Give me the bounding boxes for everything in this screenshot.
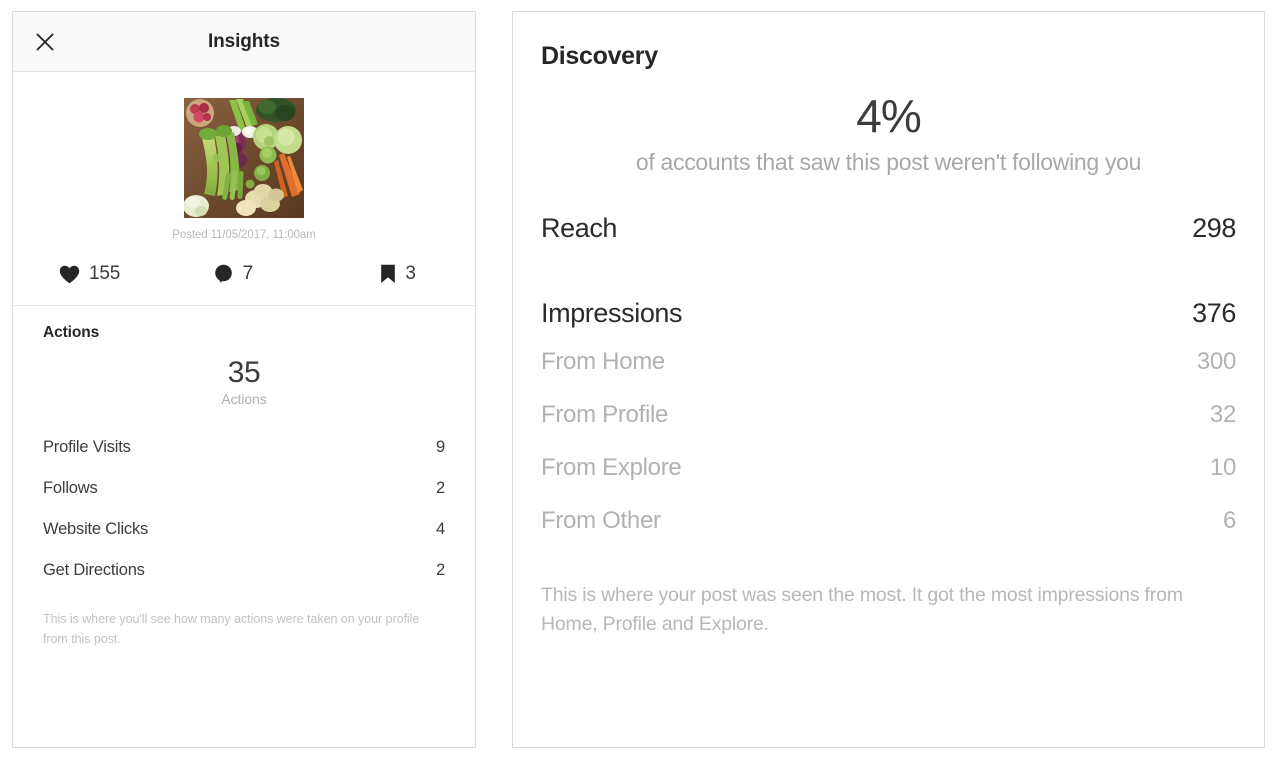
post-summary: Posted 11/05/2017, 11:00am 155 7 3	[13, 72, 475, 306]
insights-header: Insights	[13, 12, 475, 72]
saves-stat: 3	[308, 263, 475, 285]
page-title: Insights	[207, 30, 281, 52]
source-label: From Profile	[541, 400, 669, 428]
comment-icon	[214, 264, 234, 284]
likes-count: 155	[89, 263, 121, 284]
actions-total: 35 Actions	[43, 357, 445, 407]
actions-section: Actions 35 Actions Profile Visits 9 Foll…	[13, 306, 475, 747]
post-thumbnail-wrap	[13, 98, 475, 218]
impressions-source-from-home: From Home 300	[541, 335, 1236, 388]
action-label: Get Directions	[43, 560, 145, 579]
source-value: 300	[1196, 347, 1236, 375]
non-follower-percent-value: 4%	[856, 90, 921, 142]
heart-icon	[59, 265, 80, 284]
source-value: 32	[1209, 400, 1236, 428]
action-row-profile-visits[interactable]: Profile Visits 9	[43, 427, 445, 468]
action-label: Website Clicks	[43, 519, 149, 538]
close-icon[interactable]	[31, 28, 59, 56]
reach-block: Reach 298	[541, 207, 1236, 250]
likes-stat: 155	[13, 263, 154, 285]
comments-stat: 7	[154, 263, 309, 285]
saves-count: 3	[405, 263, 416, 284]
reach-label: Reach	[541, 212, 618, 243]
action-row-get-directions[interactable]: Get Directions 2	[43, 550, 445, 591]
impressions-label: Impressions	[541, 297, 683, 328]
action-value: 2	[436, 560, 445, 579]
action-value: 9	[436, 437, 445, 456]
actions-note: This is where you'll see how many action…	[43, 611, 420, 646]
vegetables-photo-icon	[184, 98, 304, 218]
action-value: 4	[436, 519, 445, 538]
discovery-panel: Discovery 4% of accounts that saw this p…	[512, 11, 1265, 748]
impressions-block: Impressions 376 From Home 300 From Profi…	[541, 292, 1236, 547]
reach-value: 298	[1192, 212, 1236, 243]
post-thumbnail[interactable]	[184, 98, 304, 218]
source-label: From Home	[541, 347, 665, 375]
impressions-source-from-profile: From Profile 32	[541, 388, 1236, 441]
actions-list: Profile Visits 9 Follows 2 Website Click…	[43, 427, 445, 591]
impressions-source-from-other: From Other 6	[541, 494, 1236, 547]
source-value: 10	[1209, 453, 1236, 481]
non-follower-percent-block: 4% of accounts that saw this post weren'…	[541, 93, 1236, 179]
impressions-row[interactable]: Impressions 376	[541, 292, 1236, 335]
action-label: Profile Visits	[43, 437, 131, 456]
impressions-value: 376	[1192, 297, 1236, 328]
discovery-note: This is where your post was seen the mos…	[541, 583, 1183, 636]
actions-total-label: Actions	[221, 390, 267, 407]
discovery-heading: Discovery	[541, 42, 658, 70]
insights-screen: Insights Posted 11/05/2017, 11:00am 155 …	[0, 0, 1277, 761]
bookmark-icon	[380, 264, 396, 284]
engagement-row: 155 7 3	[13, 263, 475, 305]
action-value: 2	[436, 478, 445, 497]
source-value: 6	[1222, 506, 1236, 534]
impressions-source-from-explore: From Explore 10	[541, 441, 1236, 494]
source-label: From Other	[541, 506, 661, 534]
reach-row[interactable]: Reach 298	[541, 207, 1236, 250]
action-row-follows[interactable]: Follows 2	[43, 468, 445, 509]
action-label: Follows	[43, 478, 98, 497]
post-date: Posted 11/05/2017, 11:00am	[172, 229, 316, 241]
source-label: From Explore	[541, 453, 682, 481]
non-follower-percent-caption: of accounts that saw this post weren't f…	[635, 149, 1142, 175]
actions-heading: Actions	[43, 324, 100, 341]
actions-total-value: 35	[227, 356, 261, 389]
action-row-website-clicks[interactable]: Website Clicks 4	[43, 509, 445, 550]
comments-count: 7	[242, 263, 254, 284]
insights-panel: Insights Posted 11/05/2017, 11:00am 155 …	[12, 11, 476, 748]
